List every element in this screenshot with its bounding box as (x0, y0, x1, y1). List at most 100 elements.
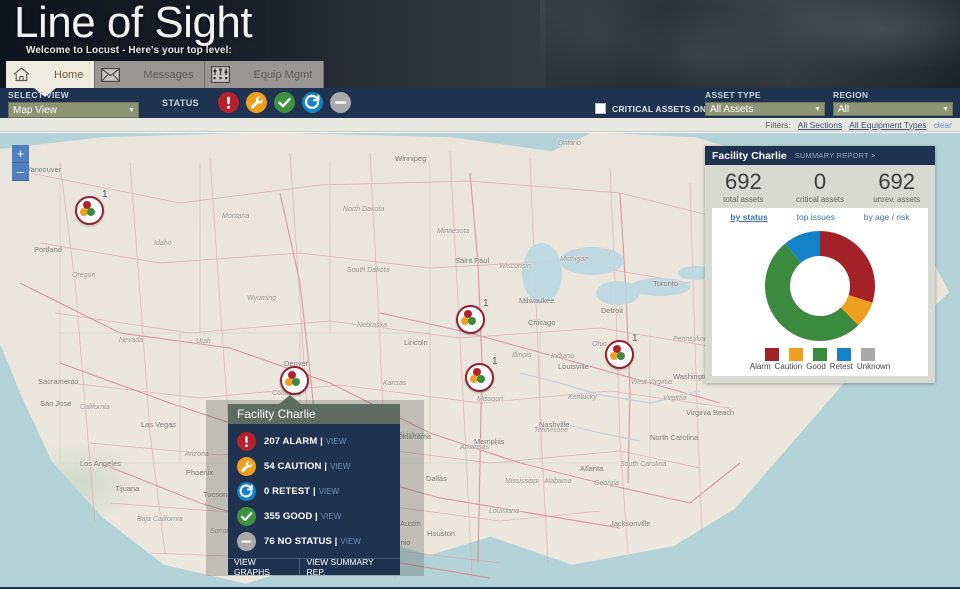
select-view-dropdown[interactable]: Map View ▼ (8, 102, 139, 118)
map-label: Atlanta (580, 464, 604, 473)
tab-equip-mgmt[interactable]: Equip Mgmt (205, 61, 325, 88)
region-dropdown[interactable]: All ▼ (833, 102, 953, 116)
map-label: North Dakota (343, 206, 385, 213)
map-label: Missouri (477, 396, 504, 403)
donut-slice-alarm[interactable] (820, 231, 875, 303)
popup-row-label: 0 RETEST | (264, 486, 316, 497)
facility-marker-ohio[interactable]: 1 (605, 333, 638, 369)
caution-icon (237, 457, 256, 476)
zoom-in-button[interactable]: + (12, 145, 29, 163)
tab-messages[interactable]: Messages (95, 61, 206, 88)
map-label: Nevada (119, 337, 144, 344)
popup-row-view-link[interactable]: VIEW (319, 487, 339, 496)
legend-swatch-caution (789, 348, 803, 361)
facility-cluster-icon (605, 340, 634, 369)
good-status-icon[interactable] (274, 92, 296, 113)
region-value: All (838, 103, 850, 115)
great-lakes-shape (522, 243, 714, 305)
facility-marker-colorado[interactable] (280, 366, 309, 395)
map-label: Vancouver (26, 165, 62, 174)
select-view-label: SELECT VIEW (8, 90, 69, 100)
map-zoom-controls: + – (12, 145, 29, 181)
map-label: Detroit (601, 306, 624, 315)
status-label: STATUS (162, 97, 200, 108)
map-label: Los Angeles (80, 459, 121, 468)
map-label: Jacksonville (610, 519, 651, 528)
popup-status-row[interactable]: 76 NO STATUS | VIEW (228, 529, 400, 554)
tab-home[interactable]: Home (6, 61, 96, 97)
map-label: Portland (34, 245, 62, 254)
map-label: Saint Paul (455, 256, 490, 265)
map-label: Michigan (560, 256, 589, 263)
filters-bar: Filters: All Sections All Equipment Type… (0, 118, 960, 132)
summary-facility-name: Facility Charlie (712, 149, 787, 162)
facility-marker-iowa[interactable]: 1 (456, 298, 489, 334)
critical-assets-checkbox[interactable] (595, 103, 606, 114)
stat-critical-assets-value: 0 (813, 169, 827, 194)
stat-total-assets: 692 total assets (705, 171, 782, 205)
alarm-status-icon[interactable] (218, 92, 240, 113)
popup-status-row[interactable]: 355 GOOD | VIEW (228, 504, 400, 529)
map-label: Sacramento (38, 377, 79, 386)
caution-status-icon[interactable] (246, 92, 268, 113)
map-label: Baja California (137, 516, 183, 523)
popup-row-view-link[interactable]: VIEW (321, 512, 341, 521)
facility-marker-missouri[interactable]: 1 (465, 356, 498, 392)
chart-legend-labels: Alarm Caution Good Retest Unknown (712, 361, 928, 371)
popup-status-row[interactable]: 0 RETEST | VIEW (228, 479, 400, 504)
map-label: Louisiana (489, 508, 519, 515)
facility-cluster-icon (456, 305, 485, 334)
tab-top-issues[interactable]: top issues (797, 212, 835, 222)
popup-row-view-link[interactable]: VIEW (340, 537, 360, 546)
tab-by-age-risk[interactable]: by age / risk (864, 212, 910, 222)
retest-status-icon[interactable] (302, 92, 324, 113)
map-label: North Carolina (650, 433, 699, 442)
tab-messages-label: Messages (143, 68, 194, 81)
alarm-icon (237, 432, 256, 451)
map-label: Lincoln (404, 338, 428, 347)
map-label: Oregon (72, 272, 96, 279)
critical-assets-label: CRITICAL ASSETS ONLY (612, 103, 717, 114)
view-summary-report-button[interactable]: VIEW SUMMARY REP. (299, 557, 400, 577)
tab-by-status[interactable]: by status (730, 212, 767, 222)
map-label: Wyoming (247, 295, 277, 302)
map-label: Indiana (551, 353, 574, 360)
popup-status-row[interactable]: 54 CAUTION | VIEW (228, 454, 400, 479)
select-view-value: Map View (13, 104, 57, 116)
chevron-down-icon: ▼ (942, 105, 949, 113)
summary-report-link[interactable]: SUMMARY REPORT > (795, 151, 876, 160)
chevron-down-icon: ▼ (814, 105, 821, 113)
filter-clear[interactable]: clear (934, 120, 952, 130)
map-label: Virginia (663, 395, 687, 402)
filter-all-equipment-types[interactable]: All Equipment Types (849, 120, 926, 130)
filter-all-sections[interactable]: All Sections (798, 120, 842, 130)
filters-prefix: Filters: (765, 119, 791, 130)
view-graphs-button[interactable]: VIEW GRAPHS (228, 557, 299, 577)
status-donut-chart (712, 224, 928, 346)
popup-status-row[interactable]: 207 ALARM | VIEW (228, 429, 400, 454)
popup-row-view-link[interactable]: VIEW (326, 437, 346, 446)
map-label: Montana (222, 213, 250, 220)
critical-assets-filter[interactable]: CRITICAL ASSETS ONLY (595, 103, 717, 114)
popup-pointer (278, 395, 302, 405)
map-label: South Carolina (620, 461, 667, 468)
popup-title: Facility Charlie (228, 404, 400, 424)
map-label: Kansas (383, 380, 407, 387)
map-label: Nebraska (357, 322, 387, 329)
popup-row-view-link[interactable]: VIEW (330, 462, 350, 471)
legend-swatch-good (813, 348, 827, 361)
map-label: Virginia Beach (686, 408, 735, 417)
map-label: Toronto (653, 279, 679, 288)
map-label: Tijuana (115, 484, 140, 493)
zoom-out-button[interactable]: – (12, 163, 29, 181)
map-label: Dallas (426, 474, 447, 483)
map-label: Utah (196, 338, 211, 345)
asset-type-dropdown[interactable]: All Assets ▼ (705, 102, 825, 116)
map-label: Idaho (154, 240, 172, 247)
map-label: Wisconsin (499, 263, 531, 270)
facility-marker-washington[interactable]: 1 (75, 189, 108, 225)
home-icon (6, 61, 36, 88)
map-label: Ontario (558, 140, 581, 147)
nostatus-status-icon[interactable] (330, 92, 352, 113)
map-label: Minnesota (437, 228, 470, 235)
